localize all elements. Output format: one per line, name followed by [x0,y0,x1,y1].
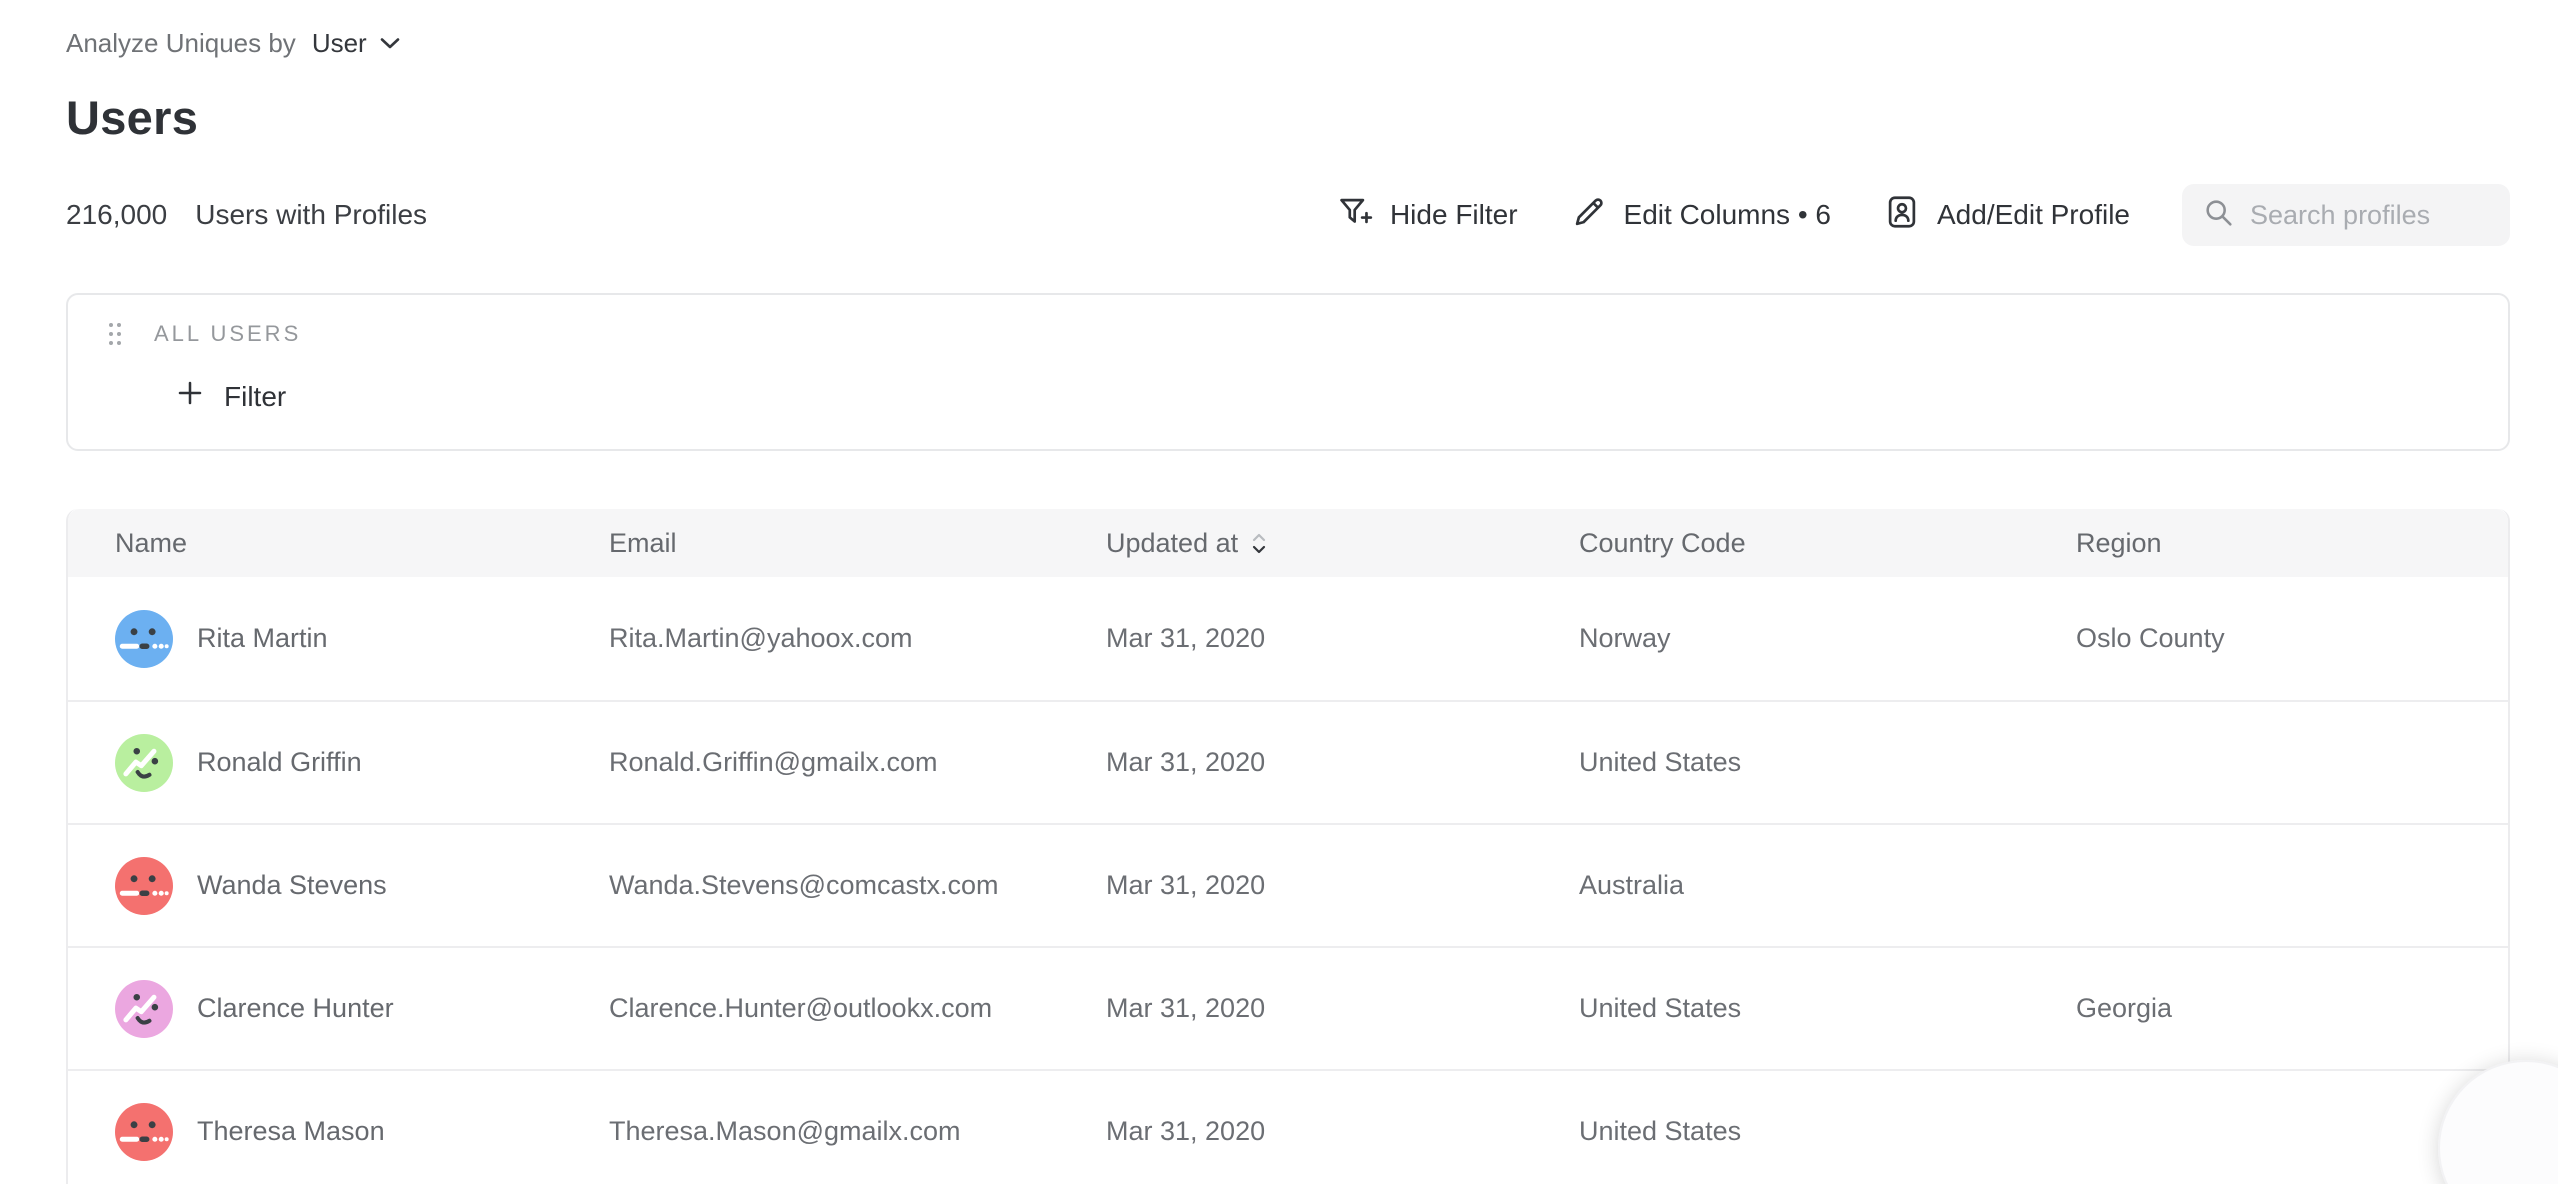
user-name: Wanda Stevens [197,870,387,901]
search-input[interactable] [2250,200,2490,231]
user-country-code: Norway [1579,623,2076,654]
filter-card: ALL USERS Filter [66,293,2510,451]
add-filter-button[interactable]: Filter [174,377,286,416]
user-updated-at: Mar 31, 2020 [1106,870,1579,901]
column-header-email[interactable]: Email [609,528,697,559]
user-avatar [115,1103,173,1161]
table-row[interactable]: Ronald Griffin Ronald.Griffin@gmailx.com… [68,700,2508,823]
column-header-country-code[interactable]: Country Code [1579,528,1766,559]
chevron-down-icon [379,36,401,50]
column-header-region[interactable]: Region [2076,528,2182,559]
user-email: Wanda.Stevens@comcastx.com [609,870,1106,901]
table-row[interactable]: Clarence Hunter Clarence.Hunter@outlookx… [68,946,2508,1069]
search-box[interactable] [2182,184,2510,246]
table-header-row: Name Email Updated at Country Code Region [68,509,2508,577]
user-region: Oslo County [2076,623,2508,654]
page-title: Users [66,90,2510,145]
user-updated-at: Mar 31, 2020 [1106,747,1579,778]
edit-columns-label: Edit Columns • 6 [1624,199,1831,231]
user-avatar [115,857,173,915]
profiles-count-group: 216,000 Users with Profiles [66,199,427,231]
user-name: Ronald Griffin [197,747,362,778]
profile-badge-icon [1883,193,1921,238]
user-country-code: United States [1579,1116,2076,1147]
filter-group-header: ALL USERS [104,317,2508,351]
toolbar: Hide Filter Edit Columns • 6 Add/Edit Pr… [1336,184,2510,246]
pencil-icon [1570,193,1608,238]
user-country-code: United States [1579,993,2076,1024]
user-region: Georgia [2076,993,2508,1024]
user-updated-at: Mar 31, 2020 [1106,993,1579,1024]
user-name: Theresa Mason [197,1116,385,1147]
column-header-label: Name [115,528,187,559]
sort-chevrons-icon[interactable] [1252,533,1266,554]
plus-icon [174,377,206,416]
add-filter-label: Filter [224,381,286,413]
profiles-count: 216,000 [66,199,167,231]
column-header-label: Country Code [1579,528,1746,559]
hide-filter-button[interactable]: Hide Filter [1336,193,1518,238]
user-name: Rita Martin [197,623,328,654]
column-header-label: Updated at [1106,528,1238,559]
user-email: Theresa.Mason@gmailx.com [609,1116,1106,1147]
user-email: Ronald.Griffin@gmailx.com [609,747,1106,778]
add-edit-profile-button[interactable]: Add/Edit Profile [1883,193,2130,238]
table-row[interactable]: Wanda Stevens Wanda.Stevens@comcastx.com… [68,823,2508,946]
column-header-label: Region [2076,528,2162,559]
column-header-updated-at[interactable]: Updated at [1106,528,1286,559]
user-avatar [115,734,173,792]
user-country-code: Australia [1579,870,2076,901]
column-header-name[interactable]: Name [115,528,207,559]
stats-toolbar-row: 216,000 Users with Profiles Hide Filter … [66,183,2510,247]
user-name: Clarence Hunter [197,993,394,1024]
column-header-label: Email [609,528,677,559]
add-edit-profile-label: Add/Edit Profile [1937,199,2130,231]
analyze-uniques-label: Analyze Uniques by [66,28,296,59]
main-content: Analyze Uniques by User Users 216,000 Us… [66,0,2510,1184]
user-country-code: United States [1579,747,2076,778]
table-row[interactable]: Rita Martin Rita.Martin@yahoox.com Mar 3… [68,577,2508,700]
analyze-uniques-bar: Analyze Uniques by User [66,0,2510,60]
table-body: Rita Martin Rita.Martin@yahoox.com Mar 3… [68,577,2508,1184]
users-table: Name Email Updated at Country Code Region Ri… [66,509,2510,1184]
filter-group-label: ALL USERS [154,321,301,347]
user-email: Rita.Martin@yahoox.com [609,623,1106,654]
hide-filter-label: Hide Filter [1390,199,1518,231]
user-avatar [115,980,173,1038]
analyze-uniques-value: User [312,28,367,59]
funnel-plus-icon [1336,193,1374,238]
user-updated-at: Mar 31, 2020 [1106,1116,1579,1147]
profiles-count-label: Users with Profiles [195,199,427,231]
edit-columns-button[interactable]: Edit Columns • 6 [1570,193,1831,238]
analyze-uniques-dropdown[interactable]: User [312,28,401,59]
search-icon [2202,196,2236,235]
drag-handle-icon[interactable] [104,318,126,350]
user-email: Clarence.Hunter@outlookx.com [609,993,1106,1024]
user-updated-at: Mar 31, 2020 [1106,623,1579,654]
table-row[interactable]: Theresa Mason Theresa.Mason@gmailx.com M… [68,1069,2508,1184]
user-avatar [115,610,173,668]
